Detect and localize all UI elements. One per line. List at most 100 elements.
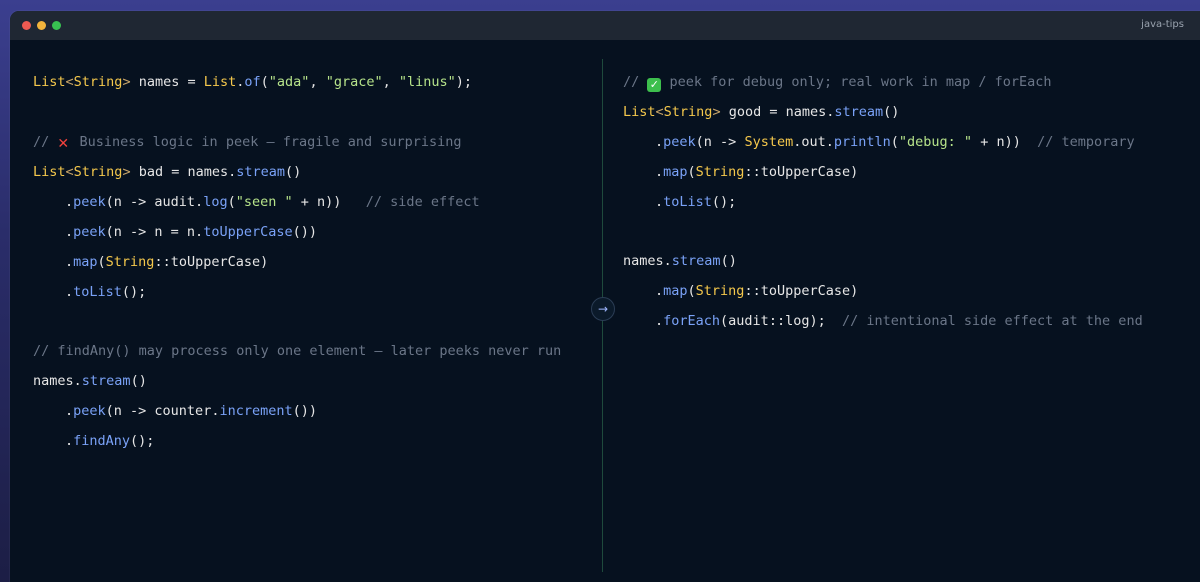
code-line: List<String> good = names.stream() xyxy=(623,103,899,121)
code-token: peek xyxy=(73,194,106,210)
code-token: ::toUpperCase) xyxy=(154,254,269,270)
code-token: .out. xyxy=(793,134,834,150)
code-token: // xyxy=(623,74,648,90)
code-token: ()) xyxy=(292,224,317,240)
code-token: map xyxy=(73,254,98,270)
check-mark-icon: ✓ xyxy=(647,78,662,92)
code-token: stream xyxy=(236,164,286,180)
code-token: (n -> counter. xyxy=(105,403,220,419)
code-token: ( xyxy=(890,134,899,150)
window-title: java-tips xyxy=(1141,19,1184,30)
code-line: .findAny(); xyxy=(65,432,154,450)
code-token: . xyxy=(65,194,74,210)
code-token: > xyxy=(122,164,131,180)
code-window: java-tips List<String> names = List.of("… xyxy=(10,11,1200,582)
code-token: // side effect xyxy=(365,194,480,210)
code-line: .toList(); xyxy=(65,283,146,301)
code-token: of xyxy=(244,74,261,90)
code-line: .peek(n -> counter.increment()) xyxy=(65,402,317,420)
code-token: () xyxy=(285,164,302,180)
code-token: < xyxy=(65,164,74,180)
code-token: Business logic in peek — fragile and sur… xyxy=(71,134,462,150)
code-token: . xyxy=(65,224,74,240)
code-line: .peek(n -> audit.log("seen " + n)) // si… xyxy=(65,193,480,211)
code-token: . xyxy=(65,403,74,419)
code-line: List<String> names = List.of("ada", "gra… xyxy=(33,73,472,91)
code-token: (); xyxy=(130,433,155,449)
code-token: String xyxy=(105,254,155,270)
code-token: stream xyxy=(81,373,131,389)
code-token: . xyxy=(65,254,74,270)
code-token: String xyxy=(663,104,713,120)
cross-mark-icon: ✕ xyxy=(57,136,70,152)
code-token: + n)) xyxy=(292,194,366,210)
code-token: ); xyxy=(455,74,473,90)
code-token: ( xyxy=(687,283,696,299)
code-token: List xyxy=(203,74,237,90)
code-token: (); xyxy=(711,194,737,210)
code-token: . xyxy=(655,164,664,180)
code-token: bad = names. xyxy=(130,164,237,180)
code-token: , xyxy=(309,74,326,90)
code-token: . xyxy=(655,283,664,299)
code-token: "ada" xyxy=(268,74,310,90)
code-token: + n)) xyxy=(972,134,1038,150)
code-token: findAny xyxy=(73,433,131,449)
code-token: "grace" xyxy=(325,74,383,90)
code-token: names = xyxy=(130,74,204,90)
code-token: increment xyxy=(219,403,293,419)
code-token: // intentional side effect at the end xyxy=(841,313,1143,329)
code-token: peek for debug only; real work in map / … xyxy=(661,74,1052,90)
code-token: . xyxy=(655,134,664,150)
code-token: (n -> n = n. xyxy=(105,224,204,240)
code-token: () xyxy=(130,373,147,389)
code-token: map xyxy=(663,164,688,180)
code-line: // ✕ Business logic in peek — fragile an… xyxy=(33,133,462,151)
code-line: names.stream() xyxy=(33,372,147,390)
code-token: println xyxy=(833,134,891,150)
code-line: .map(String::toUpperCase) xyxy=(65,253,268,271)
code-token: stream xyxy=(671,253,721,269)
code-token: String xyxy=(695,164,745,180)
code-token: toList xyxy=(663,194,712,210)
code-line: .forEach(audit::log); // intentional sid… xyxy=(655,312,1143,330)
code-token: String xyxy=(695,283,745,299)
code-token: ( xyxy=(687,164,696,180)
code-token: < xyxy=(65,74,74,90)
code-token: . xyxy=(655,313,664,329)
code-token: List xyxy=(623,104,656,120)
code-token: names. xyxy=(33,373,82,389)
code-token: . xyxy=(65,284,74,300)
minimize-window-button[interactable] xyxy=(37,21,46,30)
code-token: log xyxy=(203,194,228,210)
code-token: < xyxy=(655,104,664,120)
code-token: map xyxy=(663,283,688,299)
code-token: good = names. xyxy=(720,104,835,120)
code-token: ( xyxy=(97,254,106,270)
code-line: .toList(); xyxy=(655,193,736,211)
code-token: List xyxy=(33,164,66,180)
code-line: // ✓ peek for debug only; real work in m… xyxy=(623,73,1052,92)
code-token: peek xyxy=(73,224,106,240)
code-token: ()) xyxy=(292,403,317,419)
code-token: peek xyxy=(663,134,696,150)
code-token: stream xyxy=(834,104,884,120)
code-token: String xyxy=(73,74,123,90)
code-token: , xyxy=(382,74,399,90)
code-token: // findAny() may process only one elemen… xyxy=(33,343,562,359)
code-line: List<String> bad = names.stream() xyxy=(33,163,301,181)
code-token: > xyxy=(122,74,131,90)
code-token: toUpperCase xyxy=(203,224,293,240)
code-line: .peek(n -> n = n.toUpperCase()) xyxy=(65,223,317,241)
code-token: "debug: " xyxy=(898,134,973,150)
close-window-button[interactable] xyxy=(22,21,31,30)
code-token: "linus" xyxy=(398,74,456,90)
code-token: String xyxy=(73,164,123,180)
code-token: ::toUpperCase) xyxy=(744,164,859,180)
title-bar: java-tips xyxy=(10,11,1200,40)
code-line: names.stream() xyxy=(623,252,737,270)
code-token: () xyxy=(720,253,737,269)
code-token: names. xyxy=(623,253,672,269)
code-token: forEach xyxy=(663,313,721,329)
maximize-window-button[interactable] xyxy=(52,21,61,30)
